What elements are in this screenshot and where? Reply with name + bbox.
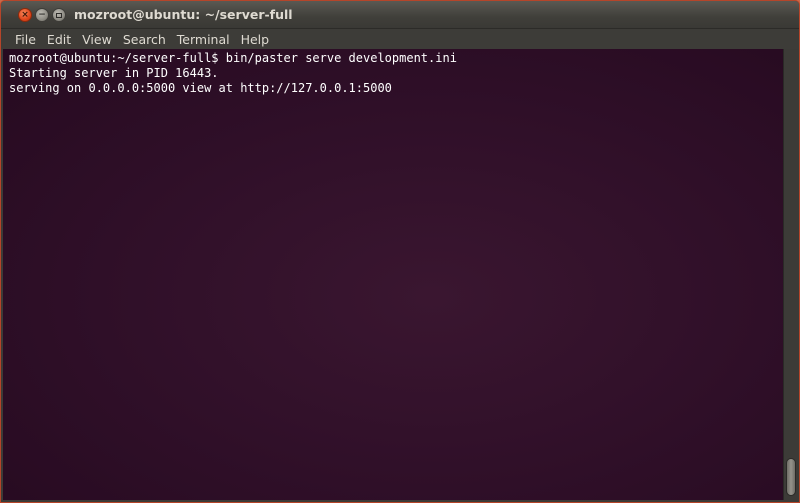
terminal-window: × − mozroot@ubuntu: ~/server-full File E…	[0, 0, 800, 503]
terminal-line-command: mozroot@ubuntu:~/server-full$ bin/paster…	[9, 51, 457, 65]
minimize-icon: −	[38, 9, 46, 20]
close-icon: ×	[21, 9, 29, 20]
scrollbar-thumb[interactable]	[786, 458, 796, 496]
menu-bar: File Edit View Search Terminal Help	[1, 29, 799, 49]
terminal-line-output: serving on 0.0.0.0:5000 view at http://1…	[9, 81, 392, 95]
menu-edit[interactable]: Edit	[47, 32, 71, 47]
window-title: mozroot@ubuntu: ~/server-full	[74, 7, 293, 22]
menu-help[interactable]: Help	[241, 32, 270, 47]
close-button[interactable]: ×	[18, 8, 32, 22]
menu-terminal[interactable]: Terminal	[177, 32, 230, 47]
vertical-scrollbar[interactable]	[783, 49, 798, 500]
menu-file[interactable]: File	[15, 32, 36, 47]
menu-search[interactable]: Search	[123, 32, 166, 47]
terminal-line-output: Starting server in PID 16443.	[9, 66, 219, 80]
minimize-button[interactable]: −	[35, 8, 49, 22]
terminal-output[interactable]: mozroot@ubuntu:~/server-full$ bin/paster…	[3, 49, 783, 500]
maximize-button[interactable]	[52, 8, 66, 22]
menu-view[interactable]: View	[82, 32, 112, 47]
maximize-icon	[56, 12, 62, 18]
title-bar[interactable]: × − mozroot@ubuntu: ~/server-full	[1, 1, 799, 29]
